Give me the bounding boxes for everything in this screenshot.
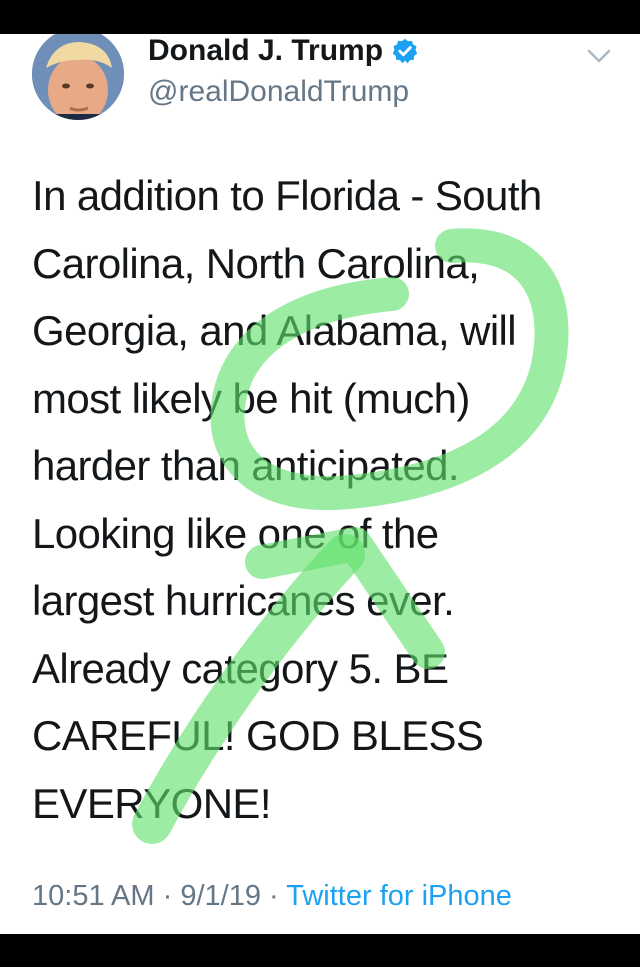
bottom-black-bar — [0, 934, 640, 967]
avatar-image — [32, 34, 124, 120]
top-black-bar — [0, 0, 640, 34]
tweet-date[interactable]: 9/1/19 — [180, 880, 261, 912]
tweet-meta: 10:51 AM · 9/1/19 · Twitter for iPhone — [32, 876, 512, 916]
author-name[interactable]: Donald J. Trump — [148, 34, 419, 68]
author-handle[interactable]: @realDonaldTrump — [148, 74, 409, 110]
author-name-text: Donald J. Trump — [148, 34, 384, 67]
tweet-source-link[interactable]: Twitter for iPhone — [286, 880, 512, 912]
tweet-text: In addition to Florida - South Carolina,… — [32, 172, 542, 827]
tweet-card: Donald J. Trump @realDonaldTrump In addi… — [0, 34, 640, 934]
tweet-time[interactable]: 10:51 AM — [32, 880, 155, 912]
meta-separator-2: · — [269, 880, 279, 912]
avatar[interactable] — [32, 34, 124, 120]
chevron-down-icon[interactable] — [586, 46, 612, 66]
verified-badge-icon — [392, 38, 418, 64]
meta-separator: · — [162, 880, 173, 912]
